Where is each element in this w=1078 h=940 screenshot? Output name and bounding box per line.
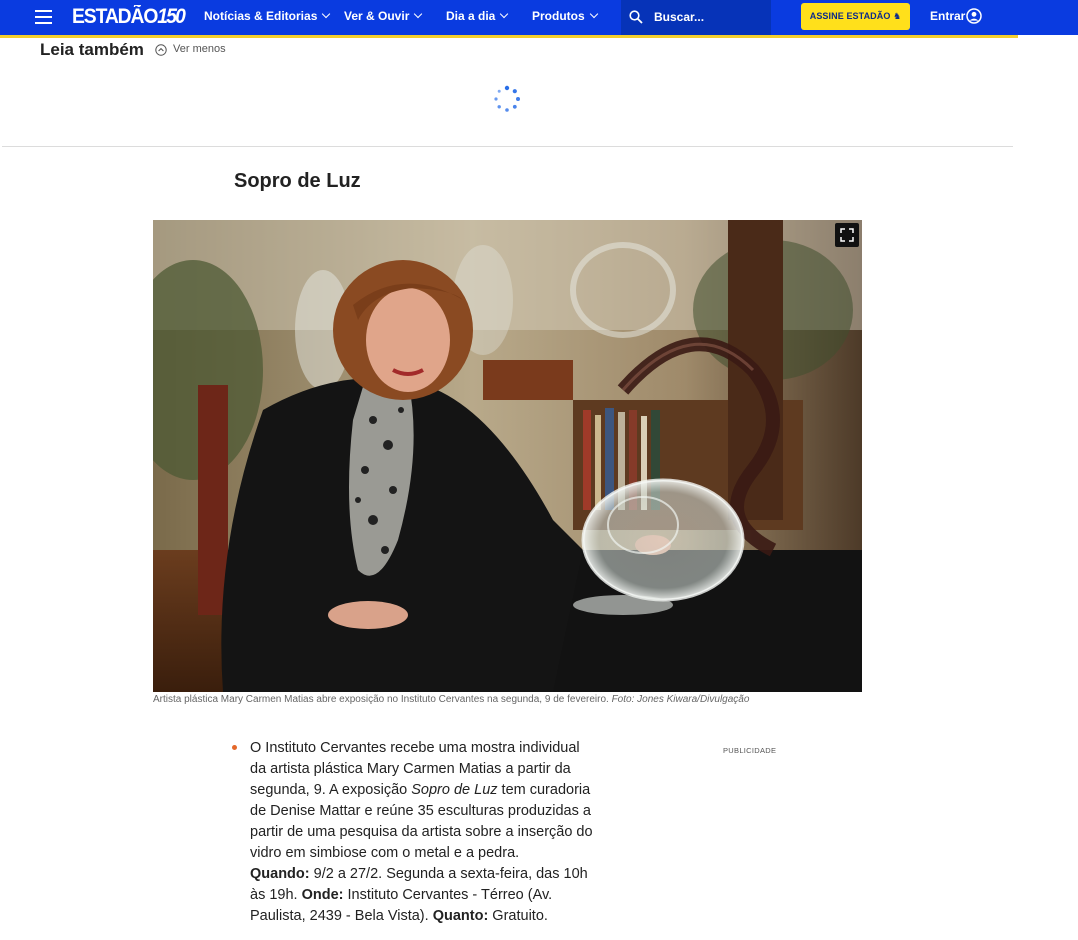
related-heading: Leia também xyxy=(40,40,144,59)
login-link[interactable]: Entrar xyxy=(930,9,965,23)
see-less-toggle[interactable]: Ver menos xyxy=(173,43,226,55)
expand-photo-button[interactable] xyxy=(835,223,859,247)
subscribe-button[interactable]: ASSINE ESTADÃO ♞ xyxy=(801,3,910,30)
photo-credit: Foto: Jones Kiwara/Divulgação xyxy=(611,694,750,705)
collapse-icon[interactable] xyxy=(155,44,167,56)
user-icon[interactable] xyxy=(966,8,982,24)
list-bullet xyxy=(232,745,237,750)
advertising-label: PUBLICIDADE xyxy=(723,746,777,755)
chevron-down-icon xyxy=(322,9,331,19)
nav-ver-ouvir[interactable]: Ver & Ouvir xyxy=(344,9,423,23)
chevron-down-icon xyxy=(414,9,423,19)
top-navigation-bar: ESTADÃO150 Notícias & Editorias Ver & Ou… xyxy=(0,0,1078,35)
search-placeholder: Buscar... xyxy=(654,10,705,24)
search-input[interactable]: Buscar... xyxy=(621,0,771,35)
horse-logo-icon: ♞ xyxy=(893,11,902,21)
nav-noticias-editorias[interactable]: Notícias & Editorias xyxy=(204,9,331,23)
chevron-down-icon xyxy=(500,9,509,19)
article-body: O Instituto Cervantes recebe uma mostra … xyxy=(250,740,593,924)
fullscreen-icon xyxy=(840,228,854,242)
nav-dia-a-dia[interactable]: Dia a dia xyxy=(446,9,509,23)
search-icon xyxy=(629,10,643,24)
menu-icon[interactable] xyxy=(35,10,52,24)
nav-accent-line xyxy=(0,35,1018,38)
nav-produtos[interactable]: Produtos xyxy=(532,9,598,23)
chevron-down-icon xyxy=(589,9,598,19)
loading-spinner-icon xyxy=(494,85,520,112)
article-subheading: Sopro de Luz xyxy=(234,170,361,192)
section-divider xyxy=(2,146,1013,147)
article-photo[interactable] xyxy=(153,220,862,692)
photo-caption: Artista plástica Mary Carmen Matias abre… xyxy=(153,694,750,705)
site-logo[interactable]: ESTADÃO150 xyxy=(72,5,186,29)
